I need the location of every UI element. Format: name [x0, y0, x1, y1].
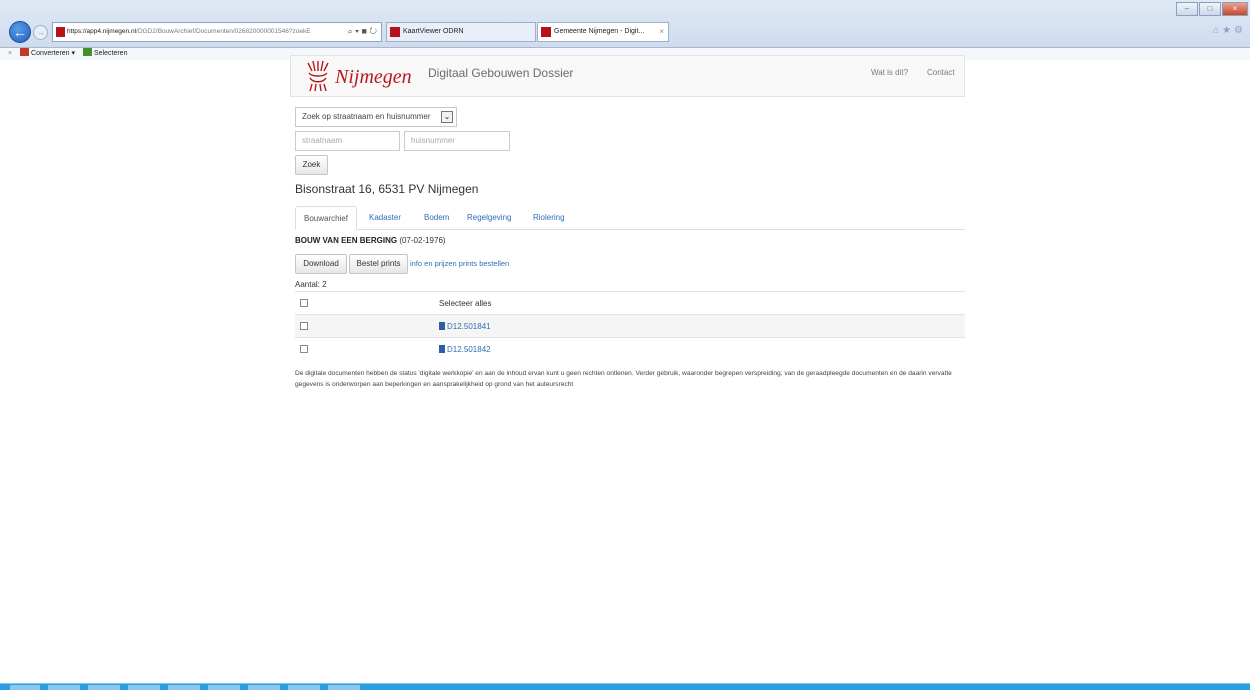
- tab-label: Gemeente Nijmegen - Digit...: [554, 28, 645, 35]
- document-icon: [439, 322, 445, 330]
- tab-regelgeving[interactable]: Regelgeving: [467, 206, 511, 230]
- kaartviewer-favicon-icon: [390, 27, 400, 37]
- maximize-button[interactable]: □: [1199, 2, 1221, 16]
- nav-what-is-this[interactable]: Wat is dit?: [871, 68, 908, 77]
- tab-riolering[interactable]: Riolering: [533, 206, 565, 230]
- taskbar-app-button[interactable]: [168, 685, 200, 690]
- documents-table: Selecteer alles D12.501841 D12.501842: [295, 291, 965, 360]
- convert-dropdown-icon[interactable]: ▾: [72, 50, 76, 57]
- browser-chrome: ← → https://app4.nijmegen.nl/DGD2/BouwAr…: [0, 0, 1250, 48]
- back-button[interactable]: ←: [9, 21, 31, 43]
- prints-info-link[interactable]: info en prijzen prints bestellen: [410, 259, 509, 268]
- url-path: /DGD2/BouwArchief/Documenten/02682000000…: [136, 28, 311, 35]
- table-row: D12.501841: [295, 314, 965, 337]
- convert-button[interactable]: Converteren: [31, 50, 70, 57]
- order-prints-button[interactable]: Bestel prints: [349, 254, 408, 274]
- taskbar-app-button[interactable]: [128, 685, 160, 690]
- close-tab-icon[interactable]: ×: [659, 23, 664, 41]
- row-checkbox[interactable]: [300, 322, 308, 330]
- home-icon[interactable]: ⌂: [1213, 25, 1222, 36]
- taskbar-app-button[interactable]: [328, 685, 360, 690]
- forward-button[interactable]: →: [33, 25, 48, 40]
- taskbar-app-button[interactable]: [248, 685, 280, 690]
- address-bar[interactable]: https://app4.nijmegen.nl/DGD2/BouwArchie…: [52, 22, 382, 42]
- site-subtitle: Digitaal Gebouwen Dossier: [428, 66, 574, 80]
- disclaimer-text: De digitale documenten hebben de status …: [295, 370, 952, 388]
- document-icon: [439, 345, 445, 353]
- search-button[interactable]: Zoek: [295, 155, 328, 175]
- browser-tab-nijmegen[interactable]: Gemeente Nijmegen - Digit... ×: [537, 22, 669, 42]
- site-header: Nijmegen Digitaal Gebouwen Dossier Wat i…: [290, 55, 965, 97]
- browser-tab-kaartviewer[interactable]: KaartViewer ODRN: [386, 22, 536, 42]
- gear-icon[interactable]: ⚙: [1234, 25, 1246, 36]
- search-icon[interactable]: ⌕: [348, 26, 353, 36]
- house-number-input[interactable]: huisnummer: [404, 131, 510, 151]
- windows-taskbar: [0, 683, 1250, 690]
- chevron-down-icon[interactable]: ⌄: [441, 111, 453, 123]
- select-icon: [83, 48, 92, 56]
- nav-contact[interactable]: Contact: [927, 68, 955, 77]
- favorites-star-icon[interactable]: ★: [1222, 25, 1234, 36]
- url-host: https://app4.nijmegen.nl: [67, 28, 137, 35]
- taskbar-app-button[interactable]: [208, 685, 240, 690]
- tab-label: KaartViewer ODRN: [403, 28, 464, 35]
- search-mode-value: Zoek op straatnaam en huisnummer: [302, 112, 431, 121]
- download-button[interactable]: Download: [295, 254, 347, 274]
- dossier-date: (07-02-1976): [399, 236, 446, 245]
- nijmegen-lion-logo-icon[interactable]: [304, 59, 332, 93]
- street-input[interactable]: straatnaam: [295, 131, 400, 151]
- document-number: D12.501841: [447, 322, 491, 331]
- logo-wordmark[interactable]: Nijmegen: [335, 66, 412, 89]
- select-all-checkbox[interactable]: [300, 299, 308, 307]
- dossier-name: BOUW VAN EEN BERGING: [295, 236, 398, 245]
- dropdown-icon[interactable]: ▾: [355, 26, 359, 36]
- dossier-title: BOUW VAN EEN BERGING (07-02-1976): [295, 236, 446, 245]
- close-commandbar-icon[interactable]: ×: [8, 50, 12, 57]
- document-link[interactable]: D12.501841: [439, 315, 491, 338]
- start-button[interactable]: [10, 685, 40, 690]
- row-checkbox[interactable]: [300, 345, 308, 353]
- select-button[interactable]: Selecteren: [94, 50, 127, 57]
- document-number: D12.501842: [447, 345, 491, 354]
- window-controls: – □ ×: [1176, 2, 1248, 16]
- taskbar-app-button[interactable]: [288, 685, 320, 690]
- lock-icon: ■: [361, 26, 367, 36]
- tab-kadaster[interactable]: Kadaster: [369, 206, 401, 230]
- tab-bouwarchief[interactable]: Bouwarchief: [295, 206, 358, 230]
- tab-bodem[interactable]: Bodem: [424, 206, 449, 230]
- table-header-row: Selecteer alles: [295, 291, 965, 314]
- document-link[interactable]: D12.501842: [439, 338, 491, 361]
- minimize-button[interactable]: –: [1176, 2, 1198, 16]
- taskbar-app-button[interactable]: [88, 685, 120, 690]
- document-count: Aantal: 2: [295, 280, 327, 289]
- address-tools[interactable]: ⌕ ▾ ■ ↻: [335, 22, 381, 42]
- search-mode-select[interactable]: Zoek op straatnaam en huisnummer ⌄: [295, 107, 457, 127]
- address-heading: Bisonstraat 16, 6531 PV Nijmegen: [295, 182, 479, 196]
- close-window-button[interactable]: ×: [1222, 2, 1248, 16]
- refresh-icon[interactable]: ↻: [369, 26, 377, 36]
- select-all-label: Selecteer alles: [439, 299, 492, 308]
- browser-toolbar-icons: ⌂★⚙: [1213, 25, 1246, 36]
- table-row: D12.501842: [295, 337, 965, 360]
- info-tabs: Bouwarchief Kadaster Bodem Regelgeving R…: [295, 206, 965, 230]
- nijmegen-favicon-icon: [541, 27, 551, 37]
- pdf-convert-icon: [20, 48, 30, 56]
- site-favicon-icon: [56, 27, 65, 37]
- taskbar-app-button[interactable]: [48, 685, 80, 690]
